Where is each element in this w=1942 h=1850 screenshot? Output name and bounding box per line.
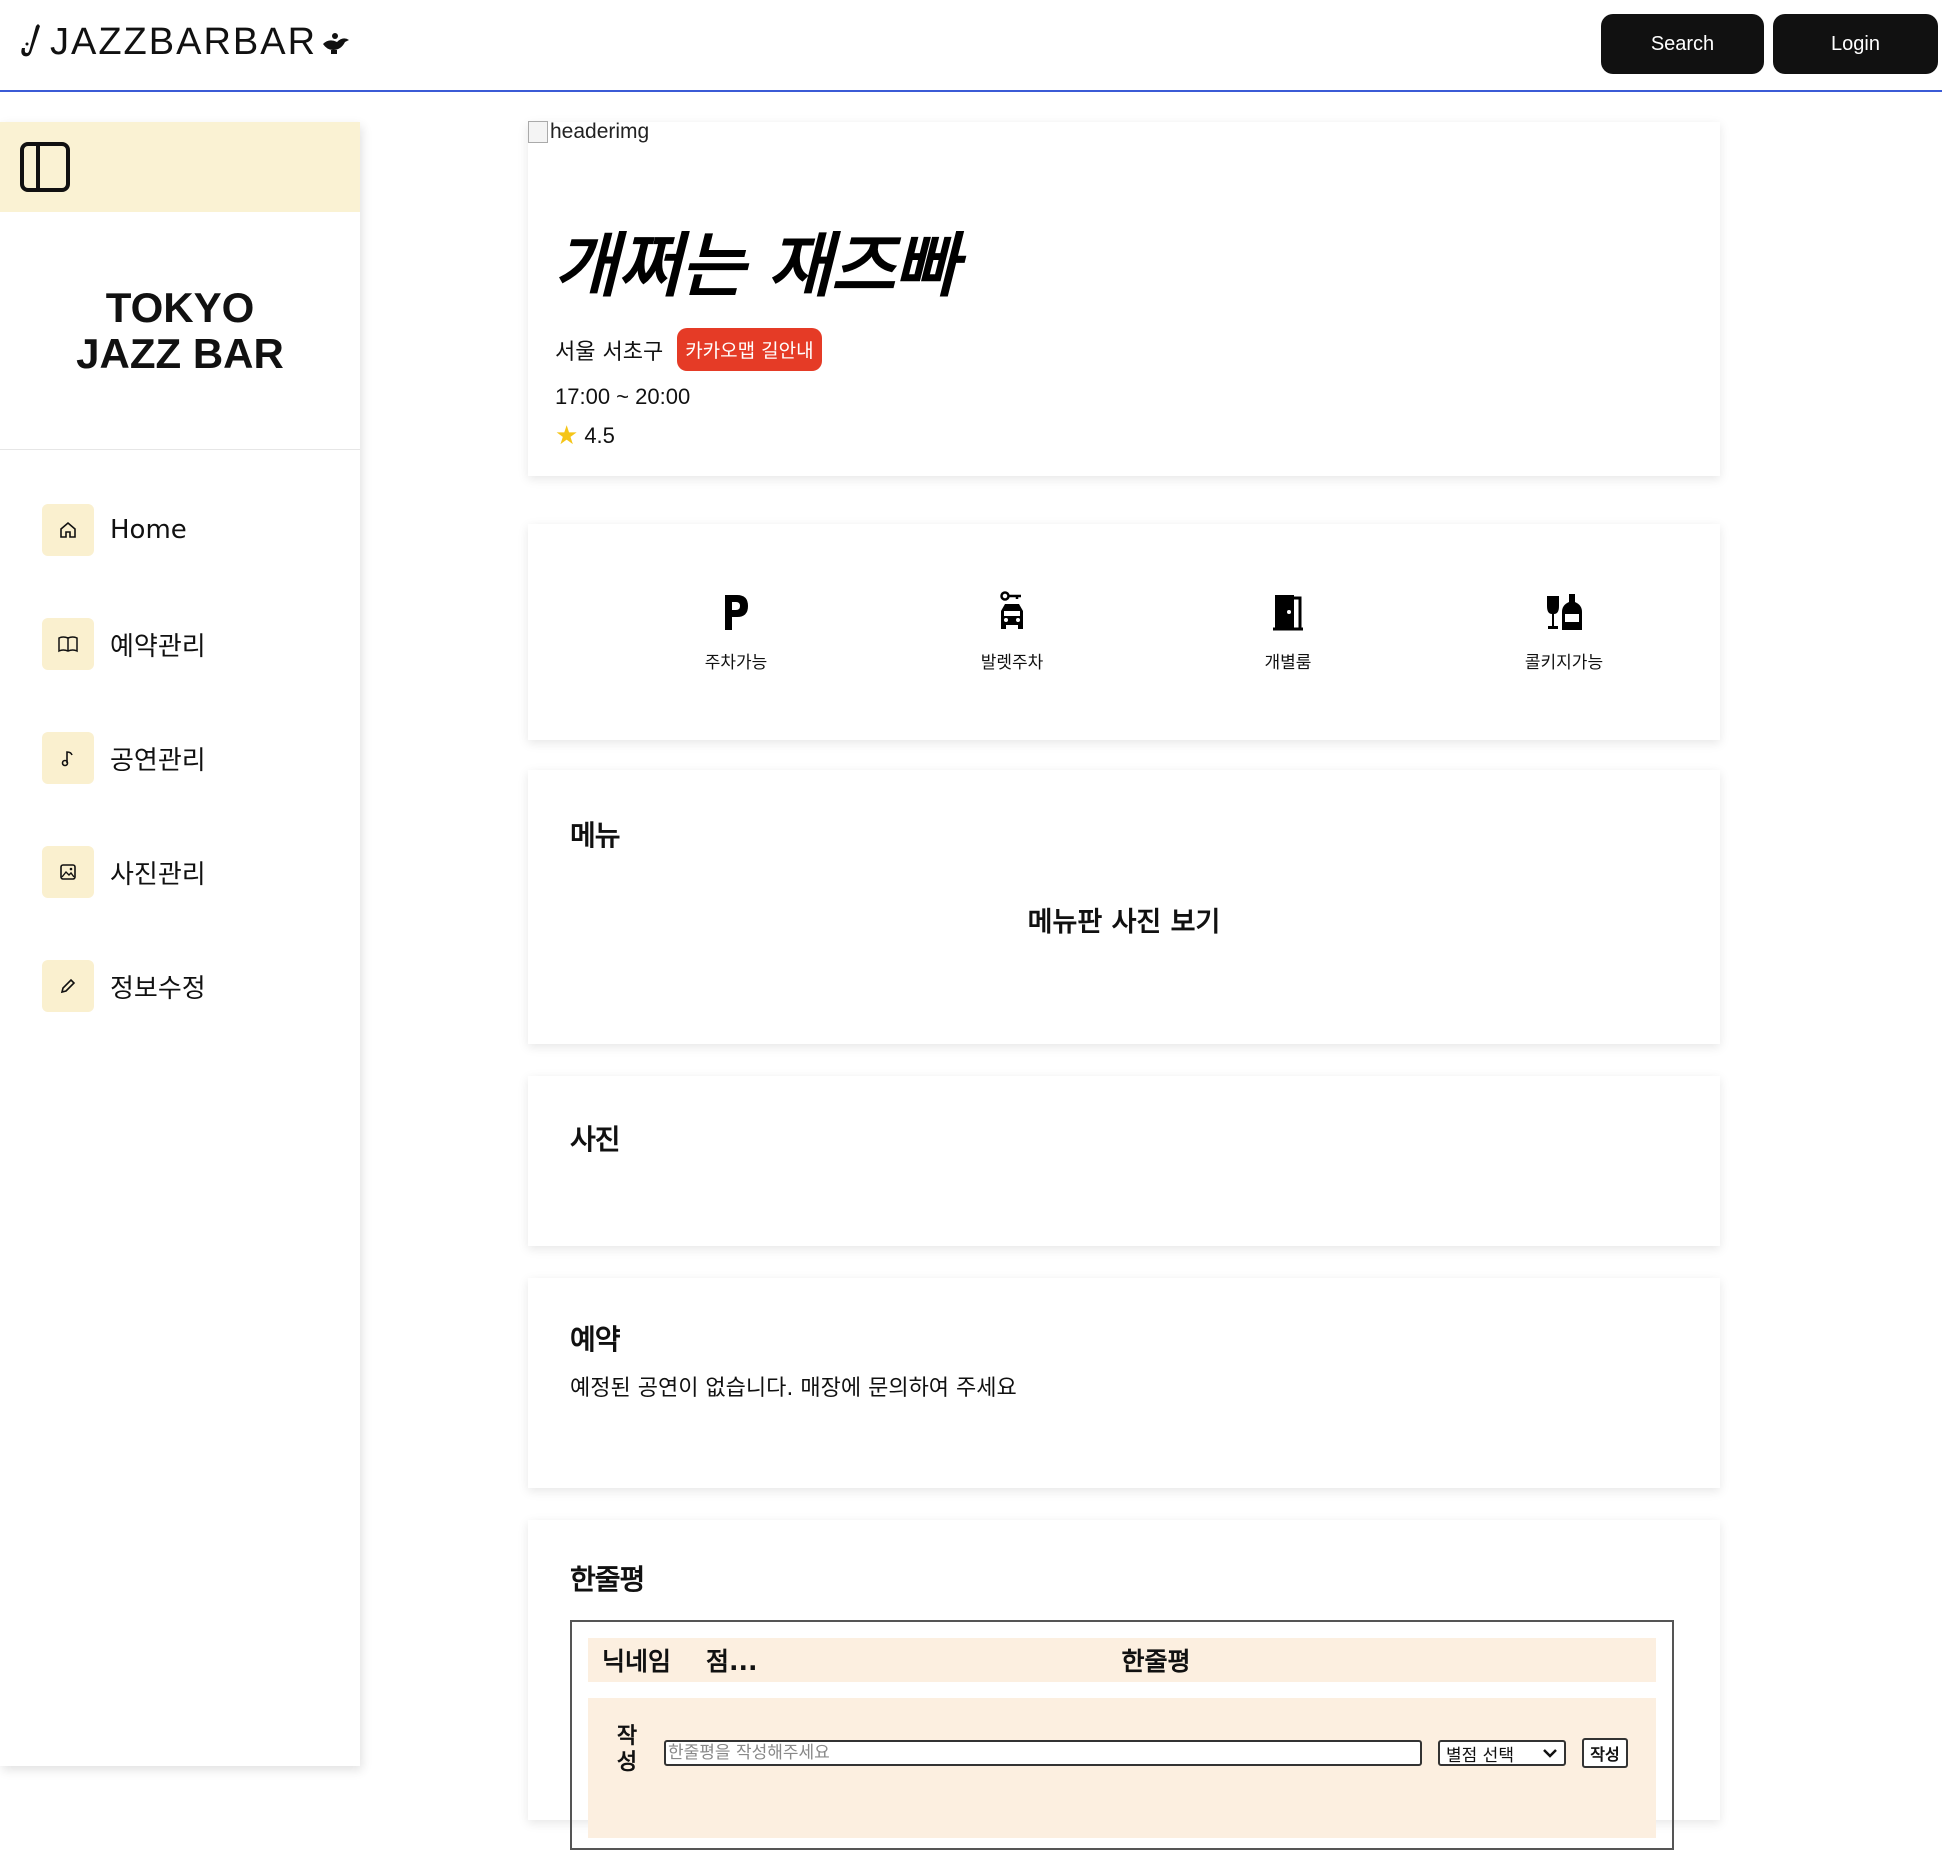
amenity-parking: 주차가능 — [598, 590, 874, 673]
header-image: headerimg — [528, 120, 649, 144]
photos-card: 사진 — [528, 1076, 1720, 1246]
amenity-label: 개별룸 — [1264, 653, 1312, 673]
bar-info-card: headerimg 개쩌는 재즈빠 서울 서초구 카카오맵 길안내 17:00 … — [528, 120, 1720, 476]
amenity-private-room: 개별룸 — [1150, 590, 1426, 673]
kakao-map-button[interactable]: 카카오맵 길안내 — [677, 328, 822, 371]
chevron-down-icon — [1543, 1749, 1557, 1758]
photos-section-title: 사진 — [570, 1123, 621, 1156]
sidebar-item-label: 정보수정 — [110, 973, 206, 1004]
site-logo[interactable]: JAZZBARBAR — [18, 14, 353, 70]
sidebar-item-label: Home — [110, 515, 187, 545]
star-icon: ★ — [555, 420, 579, 450]
col-score: 점... — [706, 1647, 758, 1676]
sidebar-item-reservations[interactable]: 예약관리 — [42, 618, 360, 670]
reviews-section-title: 한줄평 — [570, 1563, 645, 1596]
broken-image-icon — [528, 121, 548, 143]
saxophone-icon — [21, 24, 40, 57]
reviews-table: 닉네임 점... 한줄평 작성 별점 선택 작성 — [570, 1620, 1674, 1850]
header-image-alt: headerimg — [550, 120, 650, 143]
review-input[interactable] — [664, 1740, 1422, 1766]
reservation-card: 예약 예정된 공연이 없습니다. 매장에 문의하여 주세요 — [528, 1278, 1720, 1488]
review-submit-button[interactable]: 작성 — [1582, 1738, 1628, 1768]
sidebar-item-edit-info[interactable]: 정보수정 — [42, 960, 360, 1012]
sidebar-bar-title: TOKYO JAZZ BAR — [0, 212, 360, 450]
login-button[interactable]: Login — [1773, 14, 1938, 74]
amenity-label: 콜키지가능 — [1524, 653, 1604, 673]
sidebar-item-performances[interactable]: 공연관리 — [42, 732, 360, 784]
amenity-corkage: 콜키지가능 — [1426, 590, 1702, 673]
valet-icon — [997, 590, 1027, 634]
menu-section-title: 메뉴 — [570, 819, 621, 852]
amenity-label: 주차가능 — [704, 653, 768, 673]
home-icon — [42, 504, 94, 556]
sidebar-item-label: 사진관리 — [110, 859, 206, 890]
book-icon — [42, 618, 94, 670]
menu-photo-link[interactable]: 메뉴판 사진 보기 — [528, 900, 1720, 939]
sidebar: TOKYO JAZZ BAR Home 예약관리 공연관리 사진관리 정보수정 — [0, 122, 360, 1766]
sidebar-toggle-icon[interactable] — [20, 142, 70, 192]
parking-icon — [721, 590, 751, 634]
search-button[interactable]: Search — [1601, 14, 1764, 74]
door-icon — [1272, 590, 1304, 634]
amenities-card: 주차가능 발렛주차 개별룸 콜키지가능 — [528, 524, 1720, 740]
pencil-icon — [42, 960, 94, 1012]
review-form: 작성 별점 선택 작성 — [588, 1698, 1656, 1838]
reservation-empty-text: 예정된 공연이 없습니다. 매장에 문의하여 주세요 — [570, 1376, 1017, 1401]
sidebar-top — [0, 122, 360, 212]
logo-text: JAZZBARBAR — [50, 20, 318, 63]
opening-hours: 17:00 ~ 20:00 — [555, 384, 691, 409]
bar-address: 서울 서초구 — [555, 339, 664, 365]
amenity-label: 발렛주차 — [980, 653, 1044, 673]
top-header: JAZZBARBAR Search Login — [0, 0, 1942, 92]
amenity-valet: 발렛주차 — [874, 590, 1150, 673]
amenities-list: 주차가능 발렛주차 개별룸 콜키지가능 — [528, 590, 1720, 673]
sidebar-title-line1: TOKYO — [105, 283, 255, 331]
bar-name: 개쩌는 재즈빠 — [554, 224, 959, 307]
bottle-glass-icon — [1544, 590, 1584, 634]
sidebar-item-photos[interactable]: 사진관리 — [42, 846, 360, 898]
reviews-card: 한줄평 닉네임 점... 한줄평 작성 별점 선택 작성 — [528, 1520, 1720, 1850]
address-row: 서울 서초구 카카오맵 길안내 — [555, 328, 822, 371]
sidebar-item-label: 공연관리 — [110, 745, 206, 776]
sidebar-item-label: 예약관리 — [110, 631, 206, 662]
bar-rating: ★ 4.5 — [555, 420, 615, 451]
sidebar-nav: Home 예약관리 공연관리 사진관리 정보수정 — [0, 450, 360, 1012]
lamp-icon — [323, 33, 350, 54]
menu-card: 메뉴 메뉴판 사진 보기 — [528, 770, 1720, 1044]
col-nickname: 닉네임 — [602, 1647, 672, 1676]
review-form-label: 작성 — [616, 1724, 638, 1775]
sidebar-item-home[interactable]: Home — [42, 504, 360, 556]
rating-select[interactable]: 별점 선택 — [1438, 1740, 1566, 1766]
sidebar-title-line2: JAZZ BAR — [76, 329, 284, 377]
image-icon — [42, 846, 94, 898]
col-review: 한줄평 — [1121, 1647, 1191, 1676]
music-note-icon — [42, 732, 94, 784]
reservation-section-title: 예약 — [570, 1323, 621, 1356]
reviews-table-header: 닉네임 점... 한줄평 — [588, 1638, 1656, 1682]
rating-value: 4.5 — [584, 422, 615, 448]
rating-select-label: 별점 선택 — [1446, 1745, 1514, 1766]
